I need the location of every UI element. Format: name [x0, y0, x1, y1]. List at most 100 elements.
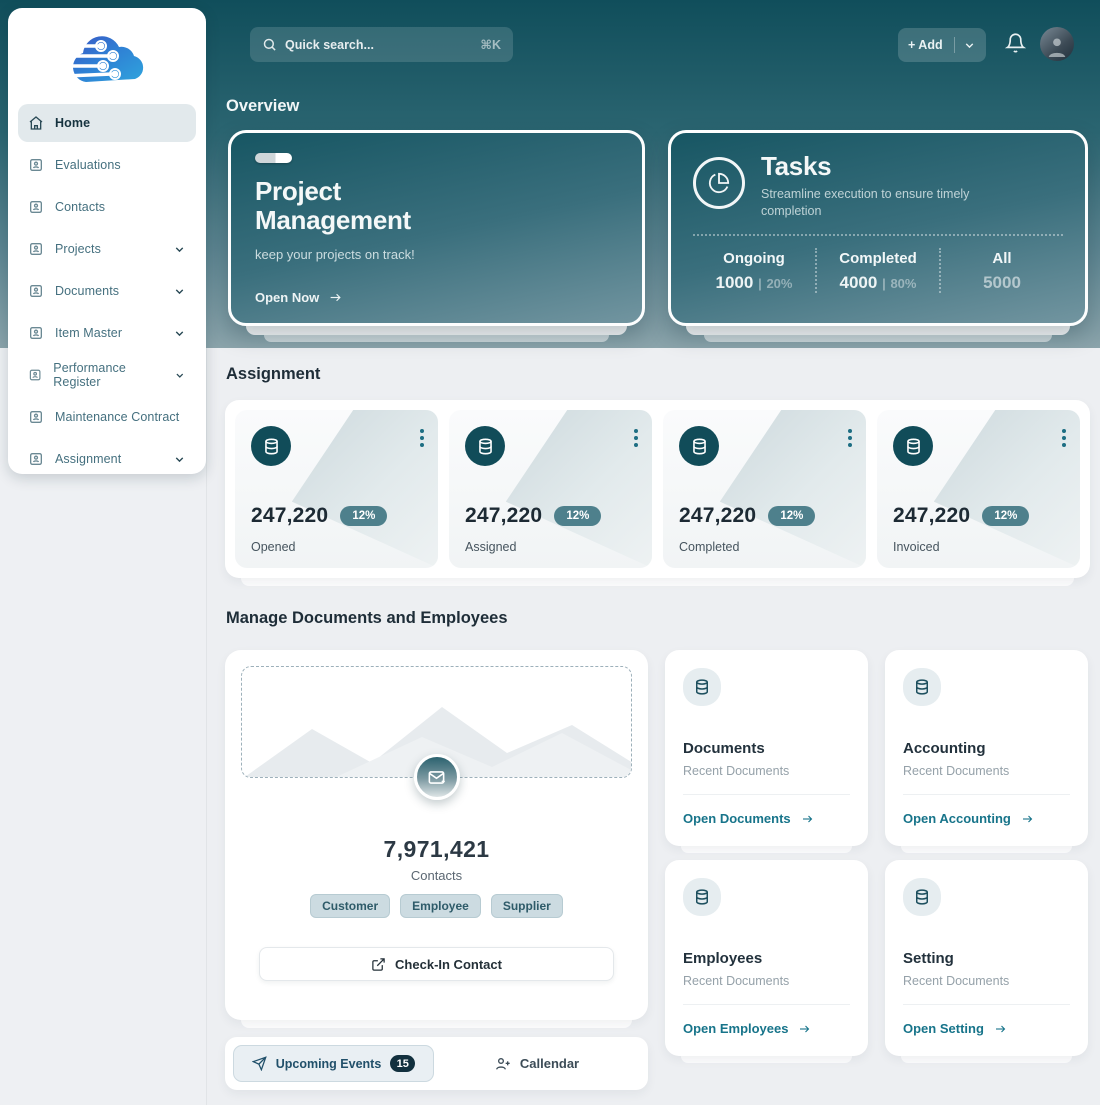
notifications-button[interactable] — [1005, 32, 1026, 54]
database-badge — [465, 426, 505, 466]
card-menu-button[interactable] — [844, 422, 856, 454]
project-card-title: Project Management — [255, 176, 411, 235]
card-subtitle: Recent Documents — [683, 764, 790, 778]
search-icon — [263, 38, 276, 51]
assignment-section-title: Assignment — [226, 365, 321, 383]
sidebar-item-item-master[interactable]: Item Master — [18, 314, 196, 352]
events-calendar-bar: Upcoming Events 15 Callendar — [225, 1037, 648, 1090]
stat-percent: 20% — [766, 276, 793, 291]
sidebar-item-documents[interactable]: Documents — [18, 272, 196, 310]
assignment-value: 247,220 — [679, 504, 757, 527]
open-now-link[interactable]: Open Now — [255, 290, 344, 305]
open-employees-link[interactable]: Open Employees — [683, 1021, 812, 1036]
open-accounting-link[interactable]: Open Accounting — [903, 811, 1035, 826]
search-input[interactable]: Quick search... ⌘K — [250, 27, 513, 62]
contact-card-icon — [30, 411, 42, 423]
sidebar-item-maintenance-contract[interactable]: Maintenance Contract — [18, 398, 196, 436]
assignment-card-assigned: 247,220 12% Assigned — [449, 410, 652, 568]
mail-plus-badge[interactable] — [413, 754, 460, 800]
card-title: Setting — [903, 950, 954, 967]
open-link-label: Open Setting — [903, 1021, 984, 1036]
open-link-label: Open Accounting — [903, 811, 1011, 826]
add-button-label: + Add — [908, 38, 943, 52]
database-icon — [264, 438, 278, 454]
divider — [683, 794, 850, 795]
card-stack-strip — [681, 1056, 852, 1063]
card-stack-strip — [241, 1020, 632, 1028]
sidebar-item-label: Home — [55, 116, 91, 130]
assignment-card-invoiced: 247,220 12% Invoiced — [877, 410, 1080, 568]
chevron-down-icon — [176, 373, 184, 378]
search-placeholder: Quick search... — [285, 37, 374, 52]
sidebar-item-label: Contacts — [55, 200, 106, 214]
stat-separator: | — [758, 276, 762, 291]
card-menu-button[interactable] — [416, 422, 428, 454]
card-stack-strip — [241, 578, 1074, 586]
calendar-label: Callendar — [519, 1056, 580, 1071]
stat-separator: | — [882, 276, 886, 291]
database-icon — [478, 438, 492, 454]
chevron-down-icon — [965, 42, 974, 48]
user-avatar[interactable] — [1040, 27, 1074, 61]
check-in-contact-button[interactable]: Check-In Contact — [259, 947, 614, 981]
project-management-card: Project Management keep your projects on… — [228, 130, 645, 326]
card-title: Accounting — [903, 740, 986, 757]
stat-value: 5000 — [983, 273, 1021, 292]
assignment-label: Invoiced — [893, 540, 940, 554]
tasks-stats: Ongoing 1000 | 20% Completed 4000 | 80% … — [693, 248, 1063, 293]
assignment-value: 247,220 — [251, 504, 329, 527]
card-stack-strip — [681, 846, 852, 853]
stat-label: Ongoing — [723, 250, 785, 267]
add-button[interactable]: + Add — [898, 28, 986, 62]
database-badge — [903, 878, 941, 916]
contact-card-icon — [30, 243, 42, 255]
tag-supplier: Supplier — [490, 894, 563, 918]
card-stack-strip — [901, 1056, 1072, 1063]
arrow-right-icon — [802, 815, 812, 822]
employees-card: Employees Recent Documents Open Employee… — [665, 860, 868, 1056]
stat-completed: Completed 4000 | 80% — [815, 248, 939, 293]
card-stack-strip — [264, 335, 609, 342]
open-setting-link[interactable]: Open Setting — [903, 1021, 1008, 1036]
pie-gauge-icon — [708, 172, 730, 193]
open-link-label: Open Documents — [683, 811, 791, 826]
contact-card-icon — [30, 327, 42, 339]
database-badge — [679, 426, 719, 466]
percent-badge: 12% — [768, 506, 816, 526]
sidebar-item-evaluations[interactable]: Evaluations — [18, 146, 196, 184]
upcoming-events-button[interactable]: Upcoming Events 15 — [233, 1045, 434, 1082]
card-subtitle: Recent Documents — [683, 974, 790, 988]
card-subtitle: Recent Documents — [903, 974, 1010, 988]
assignment-cards-container: 247,220 12% Opened 247,220 12% Assigned 24… — [225, 400, 1090, 578]
percent-badge: 12% — [340, 506, 388, 526]
database-badge — [893, 426, 933, 466]
arrow-right-icon — [330, 293, 341, 302]
contacts-label: Contacts — [410, 868, 463, 883]
sidebar-item-projects[interactable]: Projects — [18, 230, 196, 268]
calendar-button[interactable]: Callendar — [434, 1056, 640, 1072]
open-now-label: Open Now — [255, 290, 320, 305]
card-menu-button[interactable] — [630, 422, 642, 454]
tasks-card-title: Tasks — [761, 151, 832, 181]
stat-label: Completed — [839, 250, 917, 267]
sidebar-item-assignment[interactable]: Assignment — [18, 440, 196, 478]
sidebar-item-performance-register[interactable]: Performance Register — [18, 356, 196, 394]
card-menu-button[interactable] — [1058, 422, 1070, 454]
percent-badge: 12% — [982, 506, 1030, 526]
card-toggle-pill[interactable] — [255, 153, 292, 163]
percent-badge: 12% — [554, 506, 602, 526]
open-documents-link[interactable]: Open Documents — [683, 811, 815, 826]
accounting-card: Accounting Recent Documents Open Account… — [885, 650, 1088, 846]
tasks-gauge-badge — [693, 157, 745, 209]
chevron-down-icon — [175, 246, 184, 252]
divider — [903, 794, 1070, 795]
card-stack-strip — [246, 326, 627, 335]
database-badge — [683, 668, 721, 706]
stat-ongoing: Ongoing 1000 | 20% — [693, 248, 815, 293]
contact-card-icon — [29, 369, 41, 381]
contact-card-icon — [30, 159, 42, 171]
sidebar-item-home[interactable]: Home — [18, 104, 196, 142]
sidebar-item-contacts[interactable]: Contacts — [18, 188, 196, 226]
chevron-down-icon — [175, 456, 184, 462]
tasks-card-subtitle: Streamline execution to ensure timely co… — [761, 187, 970, 218]
